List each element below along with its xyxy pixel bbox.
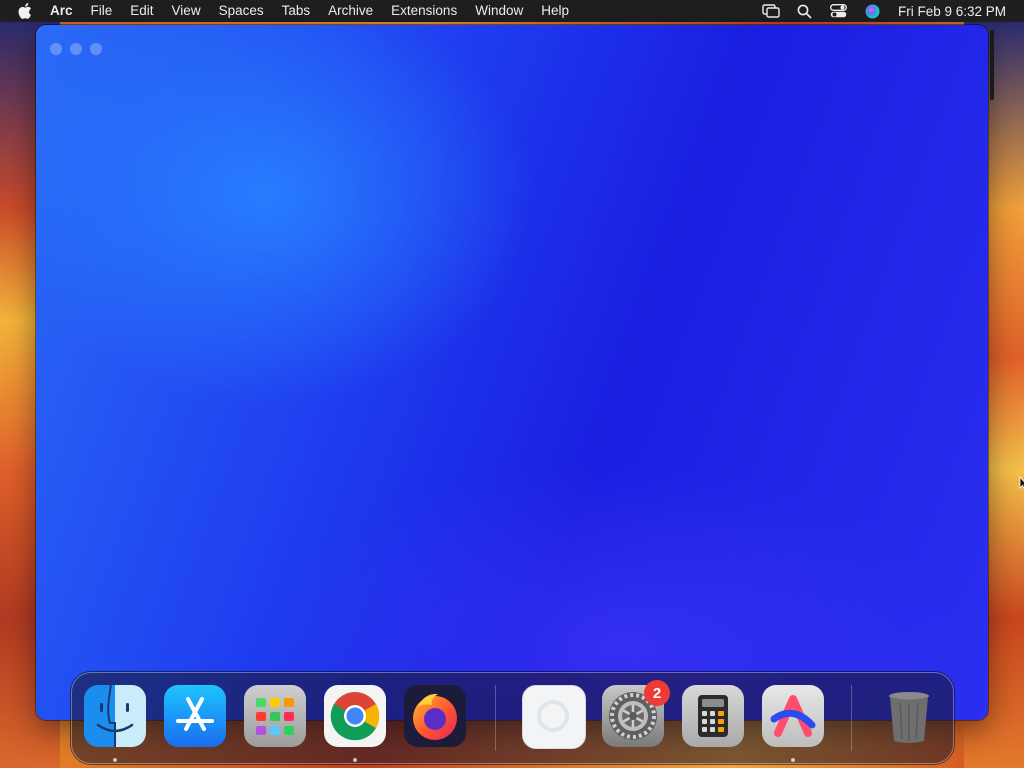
screen-mirroring-icon[interactable] [762, 3, 780, 19]
control-center-icon[interactable] [830, 3, 848, 19]
dock-preview-icon[interactable] [522, 685, 586, 749]
menu-extensions[interactable]: Extensions [382, 0, 466, 22]
menu-edit[interactable]: Edit [121, 0, 162, 22]
dock-separator [851, 685, 852, 751]
zoom-window-button[interactable] [90, 43, 102, 55]
dock-chrome-icon[interactable] [324, 685, 386, 747]
apple-menu-icon[interactable] [18, 3, 32, 19]
system-settings-badge: 2 [644, 680, 670, 706]
minimize-window-button[interactable] [70, 43, 82, 55]
dock-finder-icon[interactable] [84, 684, 146, 747]
menu-window[interactable]: Window [466, 0, 532, 22]
dock: 2 [71, 672, 954, 764]
arc-running-indicator [791, 758, 795, 762]
mouse-cursor-icon [1019, 475, 1024, 495]
menu-spaces[interactable]: Spaces [210, 0, 273, 22]
dock-calculator-icon[interactable] [682, 685, 744, 747]
window-traffic-lights [50, 43, 102, 55]
siri-icon[interactable] [864, 3, 882, 19]
chrome-running-indicator [353, 758, 357, 762]
menu-view[interactable]: View [163, 0, 210, 22]
dock-arc-icon[interactable] [762, 685, 824, 747]
menu-app-name[interactable]: Arc [46, 0, 82, 22]
menu-file[interactable]: File [82, 0, 122, 22]
background-window-edge [990, 30, 994, 100]
arc-browser-window[interactable] [36, 25, 988, 720]
menu-bar-clock[interactable]: Fri Feb 9 6:32 PM [898, 4, 1006, 19]
close-window-button[interactable] [50, 43, 62, 55]
dock-app-store-icon[interactable] [164, 685, 226, 747]
menu-tabs[interactable]: Tabs [273, 0, 320, 22]
spotlight-search-icon[interactable] [796, 3, 814, 19]
finder-running-indicator [113, 758, 117, 762]
menu-archive[interactable]: Archive [319, 0, 382, 22]
dock-firefox-icon[interactable] [404, 685, 466, 747]
dock-launchpad-icon[interactable] [244, 685, 306, 747]
menu-help[interactable]: Help [532, 0, 578, 22]
dock-trash-icon[interactable] [878, 685, 940, 747]
dock-separator [495, 685, 496, 751]
menu-bar: Arc File Edit View Spaces Tabs Archive E… [0, 0, 1024, 22]
